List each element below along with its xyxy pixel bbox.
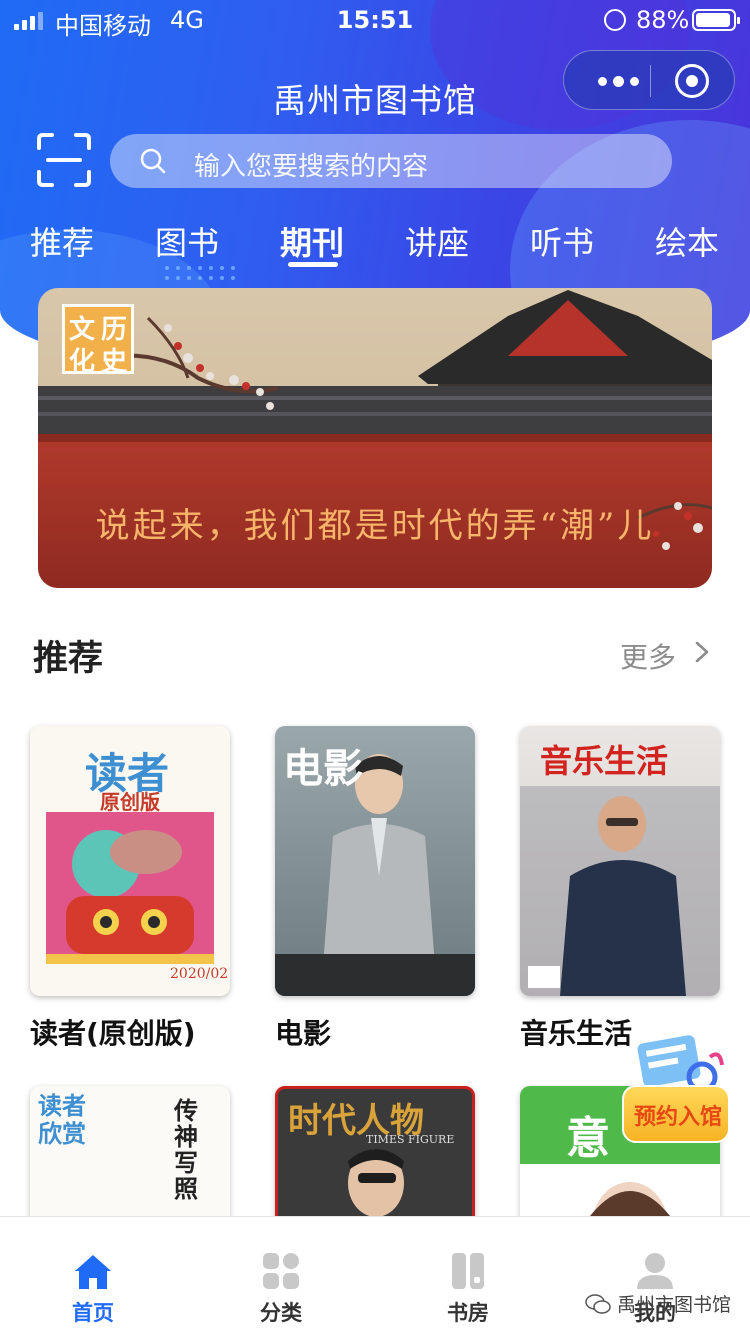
- more-options-icon[interactable]: [586, 51, 650, 111]
- close-miniprogram-icon[interactable]: [675, 64, 709, 98]
- scan-icon[interactable]: [36, 132, 92, 188]
- tab-category[interactable]: 分类: [216, 1217, 346, 1334]
- tab-recommend[interactable]: 推荐: [2, 218, 122, 264]
- more-link[interactable]: 更多: [620, 636, 676, 676]
- cover-subtitle: 传神写照: [174, 1096, 198, 1203]
- book-title[interactable]: 电影: [275, 1012, 331, 1052]
- bookroom-icon: [452, 1253, 484, 1289]
- rotation-lock-icon: [604, 9, 626, 31]
- tab-books[interactable]: 图书: [127, 218, 247, 264]
- tab-picturebooks[interactable]: 绘本: [627, 218, 747, 264]
- category-tabs: 推荐 图书 期刊 讲座 听书 绘本: [0, 218, 750, 278]
- cover-title: 意: [566, 1113, 610, 1164]
- badge-char: 化: [69, 347, 96, 377]
- miniprogram-capsule: [563, 50, 735, 110]
- wechat-icon: [585, 1293, 611, 1314]
- active-tab-indicator: [288, 262, 338, 267]
- cover-date: 2020/02: [170, 966, 229, 982]
- section-title: 推荐: [33, 639, 104, 679]
- reserve-entry-button[interactable]: 预约入馆: [612, 1035, 730, 1160]
- tab-label: 分类: [260, 1301, 302, 1325]
- profile-icon: [637, 1253, 673, 1289]
- cover-illustration: [46, 812, 214, 964]
- search-input[interactable]: 输入您要搜索的内容: [110, 134, 672, 188]
- book-card[interactable]: 音乐生活 音乐生活: [520, 726, 720, 1050]
- promo-banner[interactable]: 文 历 化 史 说起来，我们都是时代的弄“潮”儿: [38, 288, 712, 588]
- battery-percent: 88%: [636, 6, 690, 34]
- book-card[interactable]: 读者 原创版 2020/02 读者(原创版): [30, 726, 230, 1050]
- tab-bookroom[interactable]: 书房: [403, 1217, 533, 1334]
- book-card[interactable]: 电影 电影: [275, 726, 475, 1050]
- tab-label: 书房: [447, 1301, 489, 1325]
- tab-journals[interactable]: 期刊: [252, 218, 372, 264]
- category-icon: [263, 1253, 299, 1289]
- cover-title: 音乐生活: [540, 742, 669, 780]
- battery-icon: [692, 9, 740, 31]
- status-bar: 中国移动 4G 15:51 88%: [0, 0, 750, 40]
- wechat-watermark: 禹州市图书馆: [585, 1290, 731, 1317]
- home-icon: [75, 1255, 111, 1289]
- cover-title: 电影: [283, 745, 363, 792]
- tab-lectures[interactable]: 讲座: [377, 218, 497, 264]
- search-placeholder: 输入您要搜索的内容: [194, 152, 429, 182]
- book-title[interactable]: 读者(原创版): [30, 1012, 196, 1052]
- chevron-right-icon[interactable]: [694, 641, 710, 663]
- badge-char: 史: [101, 347, 128, 377]
- book-cover[interactable]: 电影: [275, 726, 475, 996]
- watermark-text: 禹州市图书馆: [617, 1294, 732, 1316]
- banner-slogan: 说起来，我们都是时代的弄“潮”儿: [95, 506, 655, 546]
- cover-title: 读者欣赏: [38, 1091, 86, 1148]
- banner-badge: 文 历 化 史: [62, 304, 134, 377]
- book-cover[interactable]: 音乐生活: [520, 726, 720, 996]
- tab-home[interactable]: 首页: [28, 1217, 158, 1334]
- book-cover[interactable]: 读者 原创版 2020/02: [30, 726, 230, 996]
- reserve-label: 预约入馆: [633, 1105, 722, 1130]
- cover-subtitle: TIMES FIGURE: [366, 1133, 455, 1146]
- tab-audiobooks[interactable]: 听书: [502, 218, 622, 264]
- capsule-divider: [650, 65, 651, 97]
- search-icon: [140, 148, 166, 174]
- tab-label: 首页: [72, 1301, 114, 1325]
- decor-dot-grid: [165, 266, 240, 288]
- cover-subtitle: 原创版: [100, 790, 160, 814]
